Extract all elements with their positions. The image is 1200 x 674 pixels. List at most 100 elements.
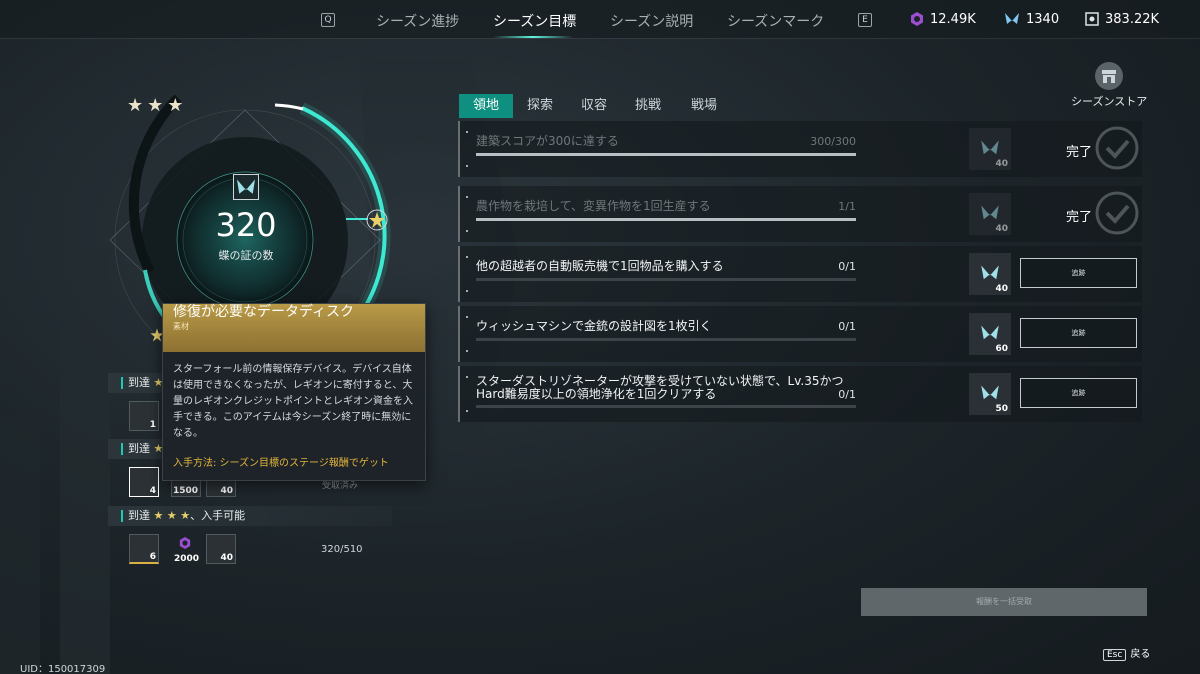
reward-item-data-disk[interactable]: 4: [129, 467, 159, 497]
esc-key: Esc: [1103, 649, 1127, 661]
task-progress: 0/1: [838, 260, 856, 273]
task-progress-bar: [476, 218, 856, 221]
butterfly-badge-icon: [237, 179, 255, 194]
square-shield-icon: [1085, 12, 1099, 26]
reward-item-count: 6: [149, 552, 156, 562]
currency-butterfly: 1340: [1004, 12, 1059, 27]
currency-gear-value: 12.49K: [930, 12, 976, 27]
reward-slot[interactable]: 60: [969, 313, 1011, 355]
butterfly-badge-icon: [981, 140, 999, 155]
task-title: 他の超越者の自動販売機で1回物品を購入する: [476, 259, 724, 273]
butterfly-badge-icon: [981, 265, 999, 280]
category-tab-explore[interactable]: 探索: [513, 94, 567, 118]
reward-item[interactable]: 40: [206, 534, 236, 564]
reward-count: 60: [995, 344, 1008, 354]
task-status: 完了: [1066, 210, 1093, 225]
ring-stars: ★★★: [127, 95, 188, 116]
track-button[interactable]: 追跡: [1020, 378, 1137, 408]
butterfly-badge-icon: [981, 205, 999, 220]
tooltip-item-name: 修復が必要なデータディスク: [173, 304, 355, 320]
task-title: ウィッシュマシンで金銃の設計図を1枚引く: [476, 319, 712, 333]
claim-all-button[interactable]: 報酬を一括受取: [861, 588, 1147, 616]
track-button[interactable]: 追跡: [1020, 318, 1137, 348]
stage-label: 到達: [128, 376, 150, 389]
tooltip-header: 修復が必要なデータディスク 素材: [163, 304, 425, 352]
reward-item[interactable]: 6: [129, 534, 159, 564]
task-progress-bar: [476, 338, 856, 341]
category-tab-containment[interactable]: 収容: [567, 94, 621, 118]
reward-item[interactable]: 2000: [171, 534, 201, 564]
task-row: スターダストリゾネーターが攻撃を受けていない状態で、Lv.35かつHard難易度…: [458, 366, 1142, 422]
task-row: 他の超越者の自動販売機で1回物品を購入する 0/1 40 追跡: [458, 246, 1142, 302]
butterfly-proof-count: 320: [215, 206, 277, 244]
task-title: スターダストリゾネーターが攻撃を受けていない状態で、Lv.35かつHard難易度…: [476, 374, 844, 401]
reward-count: 40: [995, 224, 1008, 234]
task-title: 農作物を栽培して、変異作物を1回生産する: [476, 199, 711, 213]
task-progress-bar: [476, 278, 856, 281]
task-row: ウィッシュマシンで金銃の設計図を1枚引く 0/1 60 追跡: [458, 306, 1142, 362]
currency-butterfly-value: 1340: [1026, 12, 1060, 27]
task-progress-bar: [476, 153, 856, 156]
reward-count: 40: [995, 159, 1008, 169]
butterfly-emblem: [233, 174, 259, 200]
item-tooltip: 修復が必要なデータディスク 素材 スターフォール前の情報保存デバイス。デバイス自…: [162, 303, 426, 481]
task-row: 農作物を栽培して、変異作物を1回生産する 1/1 40 完了: [458, 186, 1142, 242]
tab-season-mark[interactable]: シーズンマーク: [727, 11, 824, 31]
tooltip-description: スターフォール前の情報保存デバイス。デバイス自体は使用できなくなったが、レギオン…: [173, 364, 413, 439]
reward-item[interactable]: 1: [129, 401, 159, 431]
currency-gear: 12.49K: [910, 12, 976, 27]
category-tab-territory[interactable]: 領地: [459, 94, 513, 118]
stage-reward-header: 到達 ★ ★ ★、入手可能: [108, 506, 392, 526]
reward-count: 40: [995, 284, 1008, 294]
category-tab-battlefield[interactable]: 戦場: [675, 94, 733, 118]
reward-slot[interactable]: 50: [969, 373, 1011, 415]
task-progress: 0/1: [838, 388, 856, 401]
stage-stars: ★ ★ ★: [153, 509, 191, 522]
next-tab-key[interactable]: E: [858, 13, 872, 27]
stage-progress-ratio: 320/510: [321, 544, 363, 555]
task-progress: 1/1: [838, 200, 856, 213]
reward-item-count: 4: [149, 486, 156, 496]
reward-slot[interactable]: 40: [969, 253, 1011, 295]
task-progress: 0/1: [838, 320, 856, 333]
back-button[interactable]: Esc 戻る: [1103, 645, 1150, 661]
header-divider: [0, 38, 1200, 39]
reward-count: 50: [995, 404, 1008, 414]
track-button[interactable]: 追跡: [1020, 258, 1137, 288]
reward-slot[interactable]: 40: [969, 193, 1011, 235]
purple-gear-icon: [911, 12, 923, 26]
task-row: 建築スコアが300に達する 300/300 40 完了: [458, 121, 1142, 177]
tooltip-how-to-get: 入手方法: シーズン目標のステージ報酬でゲット: [173, 458, 389, 469]
checkmark-icon: [1095, 126, 1139, 170]
currency-shield: 383.22K: [1085, 12, 1159, 27]
back-label: 戻る: [1130, 649, 1151, 660]
reward-item-count: 1500: [172, 486, 198, 496]
reward-item-count: 40: [220, 553, 233, 563]
season-store-label[interactable]: シーズンストア: [1071, 93, 1147, 109]
reward-slot[interactable]: 40: [969, 128, 1011, 170]
butterfly-proof-label: 蝶の証の数: [218, 249, 274, 262]
task-progress-bar: [476, 405, 856, 408]
tab-season-description[interactable]: シーズン説明: [610, 11, 693, 31]
purple-gear-icon: [179, 537, 191, 549]
butterfly-badge-icon: [981, 385, 999, 400]
currency-shield-value: 383.22K: [1105, 12, 1160, 27]
stage-label: 到達: [128, 509, 150, 522]
ring-star-marker-icon: [366, 209, 388, 231]
checkmark-icon: [1095, 191, 1139, 235]
reward-item-count: 40: [220, 486, 233, 496]
tooltip-item-type: 素材: [173, 322, 189, 331]
reward-item-count: 2000: [173, 554, 199, 564]
reward-item-count: 1: [149, 420, 156, 430]
stage-label: 到達: [128, 442, 150, 455]
task-title: 建築スコアが300に達する: [476, 134, 619, 148]
task-progress: 300/300: [810, 135, 856, 148]
prev-tab-key[interactable]: Q: [321, 13, 335, 27]
store-icon[interactable]: [1094, 61, 1124, 91]
category-tab-challenge[interactable]: 挑戦: [621, 94, 675, 118]
tab-season-progress[interactable]: シーズン進捗: [376, 11, 459, 31]
user-id: UID：150017309: [20, 664, 106, 674]
tab-season-goals[interactable]: シーズン目標: [493, 11, 576, 31]
stage-status: 、入手可能: [190, 509, 246, 522]
butterfly-badge-icon: [981, 325, 999, 340]
